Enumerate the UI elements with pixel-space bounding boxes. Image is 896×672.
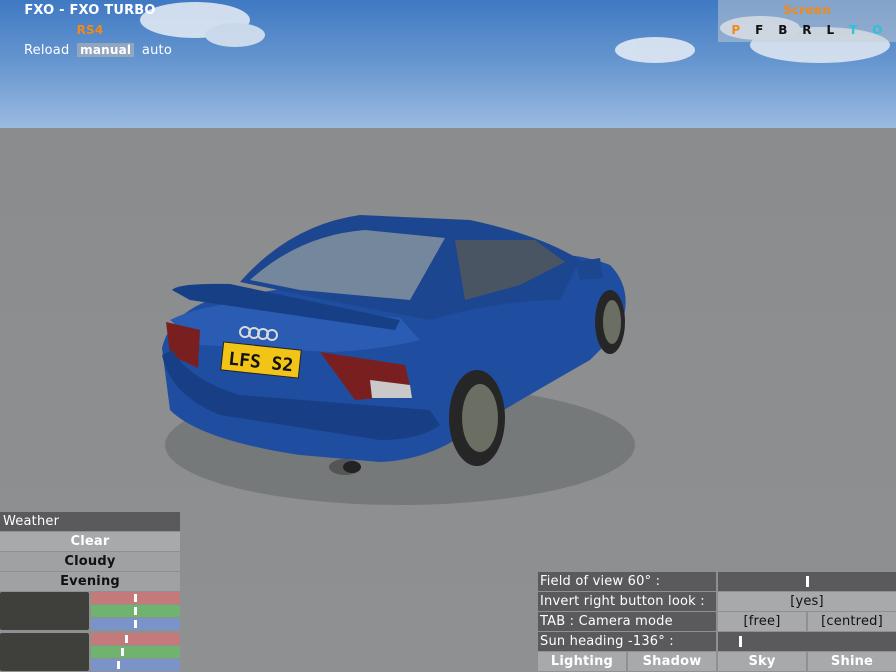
manual-button[interactable]: manual <box>77 43 135 57</box>
view-button-r[interactable]: R <box>802 20 811 40</box>
sun-heading-slider-thumb[interactable] <box>739 636 742 647</box>
sun-heading-label: Sun heading -136° : <box>538 632 716 651</box>
reload-button[interactable]: Reload <box>24 43 69 58</box>
view-button-f[interactable]: F <box>755 20 763 40</box>
view-button-b[interactable]: B <box>778 20 787 40</box>
green-slider-1[interactable] <box>91 605 180 617</box>
view-button-o[interactable]: O <box>872 20 882 40</box>
car-title: FXO - FXO TURBO <box>24 2 156 18</box>
sun-heading-row: Sun heading -136° : <box>538 632 896 651</box>
camera-mode-row: TAB : Camera mode [free] [centred] <box>538 612 896 631</box>
color-swatch-1 <box>0 592 89 630</box>
camera-mode-label: TAB : Camera mode <box>538 612 716 631</box>
view-button-l[interactable]: L <box>826 20 834 40</box>
fov-slider-thumb[interactable] <box>806 576 809 587</box>
screen-panel: Screen P F B R L T O <box>718 0 896 42</box>
lighting-button[interactable]: Lighting <box>538 652 626 671</box>
car-selection-panel: FXO - FXO TURBO RS4 Reload manual auto <box>0 0 180 61</box>
car-options-row: Reload manual auto <box>0 40 180 60</box>
invert-label: Invert right button look : <box>538 592 716 611</box>
camera-mode-options: [free] [centred] <box>718 612 896 631</box>
shine-button[interactable]: Shine <box>808 652 896 671</box>
camera-panel: Field of view 60° : Invert right button … <box>538 572 896 672</box>
fov-row: Field of view 60° : <box>538 572 896 591</box>
weather-panel: Weather Clear Cloudy Evening <box>0 512 180 672</box>
fov-label: Field of view 60° : <box>538 572 716 591</box>
sun-heading-slider[interactable] <box>718 632 896 651</box>
sky-button[interactable]: Sky <box>718 652 806 671</box>
light-color-block-2 <box>0 633 180 672</box>
screen-title: Screen <box>783 3 831 17</box>
screen-view-buttons: P F B R L T O <box>718 20 896 40</box>
auto-button[interactable]: auto <box>142 43 172 58</box>
slider-thumb[interactable] <box>134 607 137 615</box>
camera-mode-centred-button[interactable]: [centred] <box>808 612 896 631</box>
car-subtitle: RS4 <box>76 23 104 37</box>
slider-thumb[interactable] <box>125 635 128 643</box>
shadow-button[interactable]: Shadow <box>628 652 716 671</box>
red-slider-2[interactable] <box>91 633 180 645</box>
slider-thumb[interactable] <box>134 594 137 602</box>
blue-slider-2[interactable] <box>91 659 180 671</box>
green-slider-2[interactable] <box>91 646 180 658</box>
view-button-p[interactable]: P <box>731 20 740 40</box>
view-button-t[interactable]: T <box>849 20 857 40</box>
invert-row: Invert right button look : [yes] <box>538 592 896 611</box>
blue-slider-1[interactable] <box>91 618 180 630</box>
weather-evening-button[interactable]: Evening <box>0 572 180 591</box>
red-slider-1[interactable] <box>91 592 180 604</box>
color-swatch-2 <box>0 633 89 671</box>
camera-mode-free-button[interactable]: [free] <box>718 612 806 631</box>
invert-toggle[interactable]: [yes] <box>718 592 896 611</box>
fov-slider[interactable] <box>718 572 896 591</box>
slider-thumb[interactable] <box>134 620 137 628</box>
slider-thumb[interactable] <box>121 648 124 656</box>
weather-header: Weather <box>0 512 180 531</box>
weather-cloudy-button[interactable]: Cloudy <box>0 552 180 571</box>
light-color-block-1 <box>0 592 180 632</box>
weather-clear-button[interactable]: Clear <box>0 532 180 551</box>
slider-thumb[interactable] <box>117 661 120 669</box>
lighting-buttons: Lighting Shadow Sky Shine <box>538 652 896 671</box>
